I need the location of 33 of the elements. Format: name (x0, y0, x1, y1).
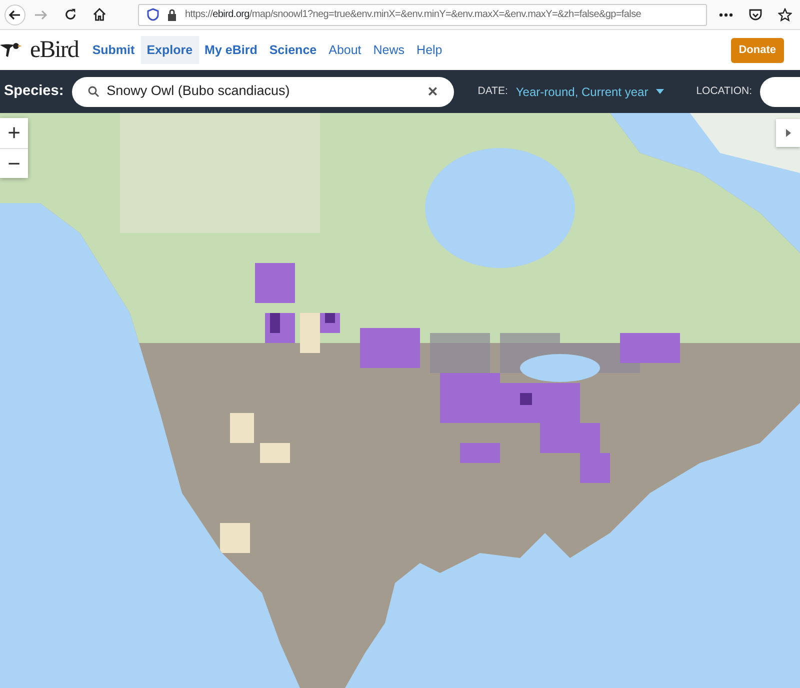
zoom-out-button[interactable]: − (0, 148, 28, 178)
nav-link[interactable]: Help (410, 36, 448, 64)
panel-toggle-button[interactable] (776, 119, 800, 147)
clear-button[interactable]: × (428, 83, 438, 100)
species-search-field[interactable]: Snowy Owl (Bubo scandiacus) × (72, 76, 454, 106)
nav-link[interactable]: About (322, 36, 368, 64)
url-text: https://ebird.org/map/snoowl1?neg=true&env.minX=&env.minY=&env.maxX=&env.maxY=&zh=false&gp=false (185, 8, 642, 22)
map-drawing[interactable] (0, 113, 800, 688)
site-logo[interactable]: eBird (30, 32, 78, 68)
more-icon[interactable] (719, 12, 733, 16)
location-field[interactable] (760, 76, 800, 106)
bird-logo-icon (0, 42, 22, 58)
reload-icon[interactable] (64, 8, 77, 21)
date-label: DATE: (478, 84, 508, 99)
address-bar[interactable]: https://ebird.org/map/snoowl1?neg=true&env.minX=&env.minY=&env.maxX=&env.maxY=&zh=false&gp=false (138, 4, 707, 26)
nav-link[interactable]: Explore (140, 36, 199, 64)
date-dropdown[interactable]: Year-round, Current year (516, 82, 648, 100)
shield-icon[interactable] (147, 8, 159, 21)
search-icon (88, 86, 99, 97)
nav-link[interactable]: Submit (86, 36, 141, 64)
zoom-in-button[interactable]: + (0, 118, 28, 148)
star-icon[interactable] (778, 8, 792, 22)
pocket-icon[interactable] (749, 8, 762, 20)
caret-icon (786, 129, 790, 137)
nav-link[interactable]: News (367, 36, 411, 64)
nav-link[interactable]: My eBird (198, 36, 264, 64)
home-icon[interactable] (93, 8, 106, 21)
caret-icon[interactable] (656, 89, 664, 94)
donate-button[interactable]: Donate (730, 38, 784, 63)
nav-link[interactable]: Science (263, 36, 323, 64)
lock-icon (167, 8, 177, 20)
species-label: Species: (4, 82, 64, 101)
location-label: LOCATION: (696, 84, 752, 99)
